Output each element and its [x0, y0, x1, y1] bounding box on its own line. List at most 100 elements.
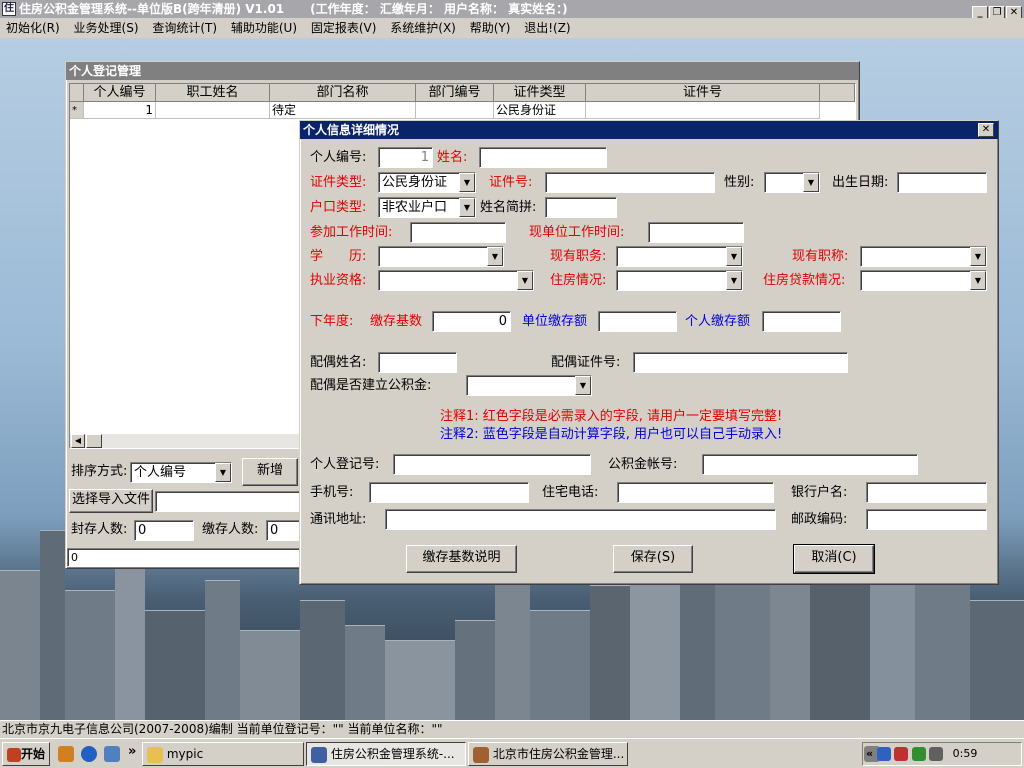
- cell-person-no[interactable]: 1: [84, 102, 156, 119]
- cell-name[interactable]: [156, 102, 270, 119]
- name-field[interactable]: [479, 147, 607, 168]
- import-file-path[interactable]: [155, 491, 301, 512]
- taskbar-item-mypic[interactable]: mypic: [142, 742, 304, 766]
- chevron-down-icon[interactable]: ▼: [487, 247, 503, 266]
- id-type-label: 证件类型:: [310, 175, 367, 190]
- chevron-down-icon[interactable]: ▼: [517, 271, 533, 290]
- spouse-fund-label: 配偶是否建立公积金:: [310, 378, 432, 393]
- close-button[interactable]: ✕: [1006, 6, 1022, 18]
- add-button[interactable]: 新增: [242, 458, 298, 486]
- reg-no-field[interactable]: [393, 454, 591, 475]
- folder-icon: [147, 746, 163, 763]
- work-start-field[interactable]: [410, 222, 506, 243]
- restore-button[interactable]: ❐: [989, 6, 1005, 18]
- col-header-id-type[interactable]: 证件类型: [494, 84, 586, 102]
- chevron-down-icon[interactable]: ▼: [459, 198, 475, 217]
- hukou-select[interactable]: 非农业户口 ▼: [378, 197, 476, 218]
- cell-dept[interactable]: 待定: [270, 102, 416, 119]
- cell-dept-no[interactable]: [416, 102, 494, 119]
- col-header-person-no[interactable]: 个人编号: [84, 84, 156, 102]
- start-button[interactable]: 开始: [2, 742, 50, 766]
- network-icon[interactable]: [876, 747, 891, 761]
- taskbar-item-fund-system[interactable]: 住房公积金管理系统-...: [306, 742, 466, 766]
- cancel-button[interactable]: 取消(C): [793, 544, 875, 574]
- personal-amount-field[interactable]: [762, 311, 841, 332]
- clock[interactable]: 0:59: [953, 747, 978, 760]
- menu-query[interactable]: 查询统计(T): [152, 21, 217, 35]
- sealed-count-field[interactable]: 0: [134, 520, 194, 541]
- cell-id-no[interactable]: [586, 102, 820, 119]
- dialog-close-button[interactable]: ✕: [978, 123, 994, 137]
- deposit-base-field[interactable]: 0: [432, 311, 511, 332]
- duty-select[interactable]: ▼: [616, 246, 743, 267]
- education-label: 学 历:: [310, 249, 367, 264]
- menu-reports[interactable]: 固定报表(V): [311, 21, 377, 35]
- education-select[interactable]: ▼: [378, 246, 504, 267]
- postcode-field[interactable]: [866, 509, 987, 530]
- col-header-dept-no[interactable]: 部门编号: [416, 84, 494, 102]
- dialog-title: 个人信息详细情况: [300, 121, 998, 139]
- chevron-down-icon[interactable]: ▼: [215, 463, 231, 482]
- scroll-left-icon[interactable]: ◀: [71, 434, 85, 448]
- chevron-down-icon[interactable]: ▼: [803, 173, 819, 192]
- chevron-down-icon[interactable]: ▼: [459, 173, 475, 192]
- row-marker[interactable]: *: [70, 102, 84, 119]
- chevron-down-icon[interactable]: ▼: [970, 247, 986, 266]
- sort-select[interactable]: 个人编号 ▼: [130, 462, 232, 483]
- save-button[interactable]: 保存(S): [613, 545, 693, 573]
- security-shield-icon[interactable]: [911, 747, 926, 761]
- person-no-field[interactable]: 1: [378, 147, 433, 168]
- unit-amount-field[interactable]: [598, 311, 677, 332]
- name-pinyin-field[interactable]: [545, 197, 617, 218]
- deposit-base-help-button[interactable]: 缴存基数说明: [406, 545, 517, 573]
- current-unit-time-field[interactable]: [648, 222, 744, 243]
- paying-count-field[interactable]: 0: [266, 520, 302, 541]
- qualification-label: 执业资格:: [310, 273, 367, 288]
- work-start-label: 参加工作时间:: [310, 225, 393, 240]
- col-header-dept[interactable]: 部门名称: [270, 84, 416, 102]
- spouse-id-field[interactable]: [633, 352, 848, 373]
- gender-select[interactable]: ▼: [764, 172, 820, 193]
- scroll-thumb[interactable]: [86, 434, 102, 448]
- taskbar-item-beijing-fund[interactable]: 北京市住房公积金管理...: [468, 742, 628, 766]
- col-header-id-no[interactable]: 证件号: [586, 84, 820, 102]
- spouse-fund-select[interactable]: ▼: [466, 375, 592, 396]
- chevron-down-icon[interactable]: ▼: [575, 376, 591, 395]
- cell-id-type[interactable]: 公民身份证: [494, 102, 586, 119]
- minimize-button[interactable]: _: [972, 6, 988, 18]
- show-desktop-icon[interactable]: [104, 746, 120, 762]
- tray-chevron[interactable]: «: [866, 747, 873, 760]
- qualification-select[interactable]: ▼: [378, 270, 534, 291]
- fund-account-field[interactable]: [702, 454, 918, 475]
- housing-loan-select[interactable]: ▼: [860, 270, 987, 291]
- menu-business[interactable]: 业务处理(S): [74, 21, 139, 35]
- import-file-button[interactable]: 选择导入文件: [69, 489, 153, 513]
- menu-maintenance[interactable]: 系统维护(X): [390, 21, 456, 35]
- bank-name-field[interactable]: [866, 482, 987, 503]
- chevron-down-icon[interactable]: ▼: [726, 247, 742, 266]
- network-disconnected-icon[interactable]: [894, 747, 909, 761]
- menu-aux[interactable]: 辅助功能(U): [231, 21, 297, 35]
- chevron-down-icon[interactable]: ▼: [726, 271, 742, 290]
- taskbar-item-label: 住房公积金管理系统-...: [330, 747, 455, 761]
- spouse-name-field[interactable]: [378, 352, 457, 373]
- mobile-field[interactable]: [369, 482, 529, 503]
- menu-help[interactable]: 帮助(Y): [470, 21, 511, 35]
- volume-icon[interactable]: [929, 747, 944, 761]
- col-header-name[interactable]: 职工姓名: [156, 84, 270, 102]
- id-type-select[interactable]: 公民身份证 ▼: [378, 172, 476, 193]
- home-phone-field[interactable]: [617, 482, 774, 503]
- bank-name-label: 银行户名:: [791, 485, 848, 500]
- menu-init[interactable]: 初始化(R): [6, 21, 60, 35]
- menu-exit[interactable]: 退出!(Z): [524, 21, 570, 35]
- housing-label: 住房情况:: [550, 273, 607, 288]
- birth-date-field[interactable]: [897, 172, 987, 193]
- media-player-icon[interactable]: [58, 746, 74, 762]
- chevron-down-icon[interactable]: ▼: [970, 271, 986, 290]
- housing-select[interactable]: ▼: [616, 270, 743, 291]
- internet-explorer-icon[interactable]: [81, 746, 97, 762]
- id-no-field[interactable]: [545, 172, 715, 193]
- quicklaunch-chevron[interactable]: »: [128, 744, 136, 759]
- address-field[interactable]: [385, 509, 776, 530]
- job-title-select[interactable]: ▼: [860, 246, 987, 267]
